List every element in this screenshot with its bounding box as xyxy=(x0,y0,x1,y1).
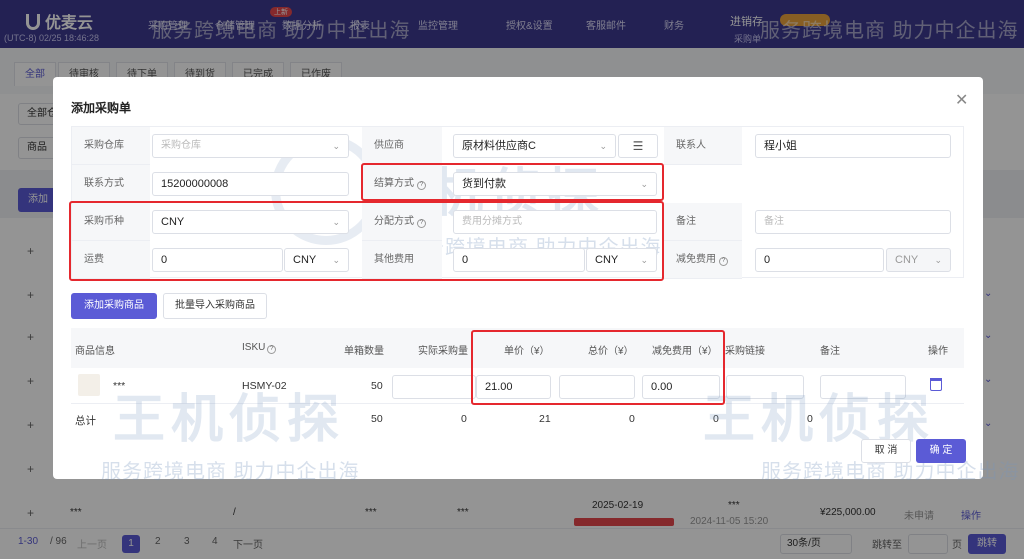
col-action: 操作 xyxy=(928,346,948,357)
add-product-button[interactable]: 添加采购商品 xyxy=(71,293,157,319)
chevron-down-icon: ⌄ xyxy=(640,179,648,189)
total-unit-price: 21 xyxy=(539,413,551,425)
help-icon[interactable]: ? xyxy=(417,219,426,228)
freight-currency-select[interactable]: CNY ⌄ xyxy=(284,248,349,272)
add-purchase-order-dialog: 添加采购单 ✕ 王机侦探 服务跨境电商 助力中企出海 采购仓库 采购仓库⌄ 供应… xyxy=(53,77,1019,483)
remark-input[interactable]: 备注 xyxy=(755,210,951,234)
chevron-down-icon: ⌄ xyxy=(599,141,607,151)
other-currency-value: CNY xyxy=(595,254,619,266)
warehouse-select[interactable]: 采购仓库 ⌄ xyxy=(152,134,349,158)
col-total-price: 总价（¥） xyxy=(588,346,634,357)
total-label: 总计 xyxy=(75,415,96,427)
col-purchase-link: 采购链接 xyxy=(725,346,765,357)
waive-input[interactable]: 0 xyxy=(755,248,884,272)
total-price: 0 xyxy=(629,413,635,425)
col-box-qty: 单箱数量 xyxy=(344,346,384,357)
total-waive: 0 xyxy=(713,413,719,425)
other-fee-input[interactable]: 0 xyxy=(453,248,585,272)
other-currency-select[interactable]: CNY ⌄ xyxy=(586,248,657,272)
col-remark: 备注 xyxy=(820,346,840,357)
currency-select[interactable]: CNY ⌄ xyxy=(152,210,349,234)
supplier-select[interactable]: 原材料供应商C ⌄ xyxy=(453,134,616,158)
settle-label: 结算方式? xyxy=(362,165,442,203)
phone-input[interactable]: 15200000008 xyxy=(152,172,349,196)
phone-label: 联系方式 xyxy=(72,165,150,203)
product-table-header: 商品信息 ISKU? 单箱数量 实际采购量 单价（¥） 总价（¥） 减免费用（¥… xyxy=(71,328,964,368)
trash-icon[interactable] xyxy=(930,378,942,391)
remark-cell-input[interactable] xyxy=(820,375,906,399)
other-fee-label: 其他费用 xyxy=(362,241,442,279)
bulk-import-button[interactable]: 批量导入采购商品 xyxy=(163,293,267,319)
unit-price-input[interactable]: 21.00 xyxy=(476,375,551,399)
contact-input[interactable]: 程小姐 xyxy=(755,134,951,158)
close-icon[interactable]: ✕ xyxy=(955,90,968,110)
row-divider xyxy=(71,403,964,404)
waive-label: 减免费用? xyxy=(664,241,742,279)
col-isku-text: ISKU xyxy=(242,342,266,353)
col-waive-fee: 减免费用（¥） xyxy=(652,346,718,357)
settle-value: 货到付款 xyxy=(462,178,506,190)
total-price-input[interactable] xyxy=(559,375,635,399)
warehouse-label: 采购仓库 xyxy=(72,127,150,165)
warehouse-placeholder: 采购仓库 xyxy=(161,140,201,151)
total-remark: 0 xyxy=(807,413,813,425)
chevron-down-icon: ⌄ xyxy=(332,217,340,227)
alloc-label: 分配方式? xyxy=(362,203,442,241)
currency-value: CNY xyxy=(161,216,185,228)
box-qty-value: 50 xyxy=(371,380,383,392)
alloc-placeholder: 费用分摊方式 xyxy=(462,216,522,227)
dialog-title: 添加采购单 xyxy=(71,101,132,115)
product-isku: HSMY-02 xyxy=(242,380,287,392)
waive-currency-select[interactable]: CNY ⌄ xyxy=(886,248,951,272)
waive-label-text: 减免费用 xyxy=(676,254,716,265)
chevron-down-icon: ⌄ xyxy=(332,141,340,151)
supplier-list-button[interactable]: ☰ xyxy=(618,134,658,158)
product-name: *** xyxy=(113,380,126,392)
help-icon[interactable]: ? xyxy=(417,181,426,190)
col-product-info: 商品信息 xyxy=(75,346,115,357)
watermark-brand: 王机侦探 xyxy=(113,391,346,449)
product-thumbnail xyxy=(78,374,100,396)
waive-fee-input[interactable]: 0.00 xyxy=(642,375,720,399)
alloc-label-text: 分配方式 xyxy=(374,216,414,227)
currency-label: 采购币种 xyxy=(72,203,150,241)
order-form: 采购仓库 采购仓库 ⌄ 供应商 原材料供应商C ⌄ ☰ 联系人 程小姐 联系方式 1… xyxy=(71,126,964,279)
supplier-label: 供应商 xyxy=(362,127,442,165)
list-icon: ☰ xyxy=(632,139,644,153)
col-unit-price: 单价（¥） xyxy=(504,346,550,357)
remark-label: 备注 xyxy=(664,203,742,241)
actual-qty-input[interactable] xyxy=(392,375,476,399)
col-actual-qty: 实际采购量 xyxy=(418,346,468,357)
purchase-link-input[interactable] xyxy=(726,375,804,399)
confirm-button[interactable]: 确 定 xyxy=(916,439,966,463)
cancel-button[interactable]: 取 消 xyxy=(861,439,911,463)
settle-label-text: 结算方式 xyxy=(374,178,414,189)
alloc-select[interactable]: 费用分摊方式 xyxy=(453,210,657,234)
col-isku: ISKU? xyxy=(242,342,277,354)
freight-currency-value: CNY xyxy=(293,254,317,266)
chevron-down-icon: ⌄ xyxy=(332,255,340,265)
total-box-qty: 50 xyxy=(371,413,383,425)
chevron-down-icon: ⌄ xyxy=(640,255,648,265)
settle-select[interactable]: 货到付款 ⌄ xyxy=(453,172,657,196)
help-icon[interactable]: ? xyxy=(719,257,728,266)
chevron-down-icon: ⌄ xyxy=(934,255,942,265)
contact-label: 联系人 xyxy=(664,127,742,165)
waive-currency-value: CNY xyxy=(895,254,919,266)
freight-input[interactable]: 0 xyxy=(152,248,283,272)
supplier-value: 原材料供应商C xyxy=(462,140,536,152)
total-actual-qty: 0 xyxy=(461,413,467,425)
freight-label: 运费 xyxy=(72,241,150,279)
help-icon[interactable]: ? xyxy=(267,345,277,354)
